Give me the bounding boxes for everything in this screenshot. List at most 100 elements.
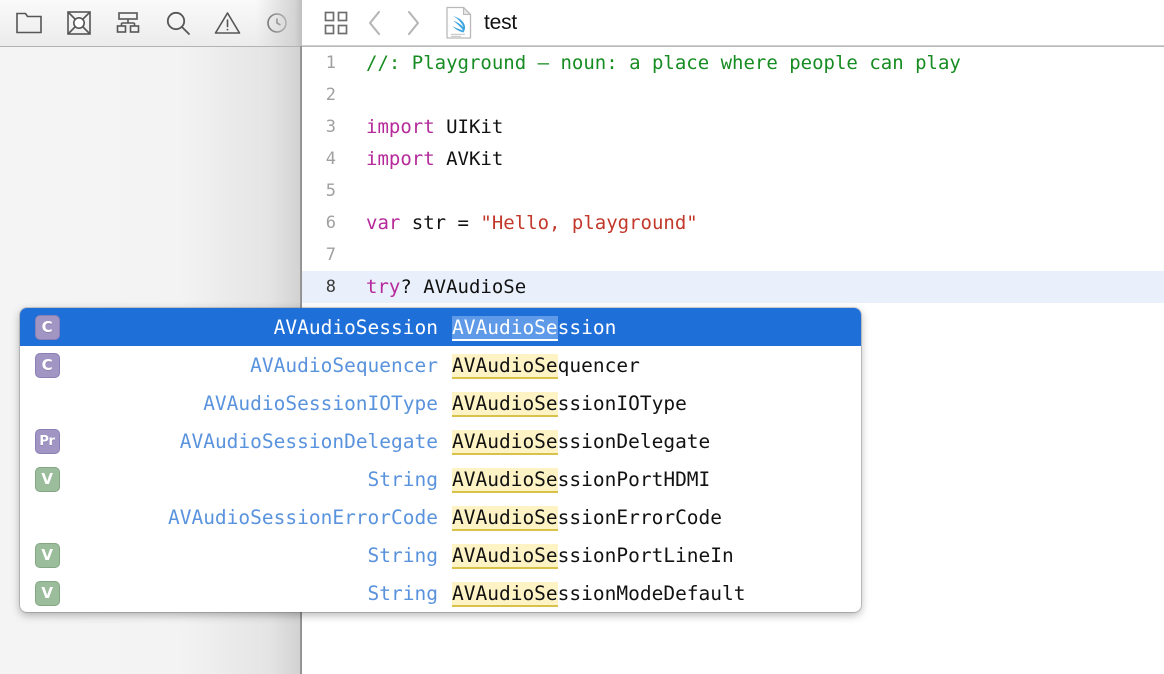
xcode-window: test 1 //: Playground – noun: a place whe… <box>0 0 1164 674</box>
jump-bar-file-name[interactable]: test <box>484 11 517 35</box>
line-number: 7 <box>325 245 336 265</box>
completion-name-rest: quencer <box>557 353 640 377</box>
swift-playground-file-icon <box>444 6 474 40</box>
test-navigator-icon[interactable] <box>252 1 302 45</box>
forward-button[interactable] <box>394 3 432 43</box>
code-text: try? AVAudioSe <box>348 271 526 303</box>
completion-type: AVAudioSessionIOType <box>203 391 438 415</box>
completion-type: AVAudioSequencer <box>250 353 438 377</box>
navigator-selector-bar <box>0 0 302 46</box>
code-text: //: Playground – noun: a place where peo… <box>348 47 961 79</box>
completion-type: AVAudioSessionErrorCode <box>167 505 438 529</box>
completion-type: String <box>367 467 438 491</box>
token-kw: try <box>366 276 401 298</box>
completion-name-rest: ssionPortHDMI <box>557 467 711 491</box>
token-kw: var <box>366 212 401 234</box>
line-number: 3 <box>325 117 336 137</box>
line-number: 1 <box>325 53 336 73</box>
completion-name: AVAudioSessionModeDefault <box>446 581 861 607</box>
completion-kind-icon: V <box>20 542 74 568</box>
code-line[interactable]: 8 try? AVAudioSe <box>302 271 1164 303</box>
completion-kind-icon: C <box>20 352 74 378</box>
project-navigator-icon[interactable] <box>4 1 54 45</box>
back-button[interactable] <box>356 3 394 43</box>
completion-item[interactable]: C AVAudioSession AVAudioSession <box>20 308 861 346</box>
completion-name-rest: ssionPortLineIn <box>557 543 734 567</box>
hierarchy-navigator-icon[interactable] <box>103 1 153 45</box>
code-line[interactable]: 6 var str = "Hello, playground" <box>302 207 1164 239</box>
line-number: 8 <box>325 277 336 297</box>
search-navigator-icon[interactable] <box>153 1 203 45</box>
code-completion-popup[interactable]: C AVAudioSession AVAudioSession C AVAudioSeq… <box>20 308 861 612</box>
kind-badge-c-icon: C <box>34 352 60 378</box>
completion-matched-prefix: AVAudioSe <box>452 315 558 341</box>
code-line[interactable]: 7 <box>302 239 1164 271</box>
completion-name: AVAudioSessionIOType <box>446 391 861 417</box>
line-number: 4 <box>325 149 336 169</box>
completion-item[interactable]: V String AVAudioSessionPortHDMI <box>20 460 861 498</box>
related-items-icon[interactable] <box>316 3 356 43</box>
completion-item[interactable]: AVAudioSessionIOType AVAudioSessionIOType <box>20 384 861 422</box>
line-number: 2 <box>325 85 336 105</box>
completion-kind-icon: Pr <box>20 428 74 454</box>
code-lines: 1 //: Playground – noun: a place where pe… <box>302 47 1164 303</box>
completion-name: AVAudioSessionErrorCode <box>446 505 861 531</box>
line-number: 5 <box>325 181 336 201</box>
jump-bar: test <box>302 0 1164 46</box>
completion-item[interactable]: Pr AVAudioSessionDelegate AVAudioSessionDe… <box>20 422 861 460</box>
completion-kind-icon: V <box>20 580 74 606</box>
token-kw: import <box>366 148 435 170</box>
completion-name-rest: ssionModeDefault <box>557 581 746 605</box>
completion-matched-prefix: AVAudioSe <box>452 505 558 531</box>
completion-name: AVAudioSessionDelegate <box>446 429 861 455</box>
completion-name: AVAudioSessionPortLineIn <box>446 543 861 569</box>
kind-badge-v-icon: V <box>34 542 60 568</box>
code-completion-list: C AVAudioSession AVAudioSession C AVAudioSeq… <box>20 308 861 612</box>
completion-kind-icon: V <box>20 466 74 492</box>
issue-navigator-icon[interactable] <box>203 1 253 45</box>
completion-name: AVAudioSession <box>446 315 861 341</box>
line-number: 6 <box>325 213 336 233</box>
token-plain: str = <box>400 212 481 234</box>
completion-matched-prefix: AVAudioSe <box>452 429 558 455</box>
code-text: import UIKit <box>348 111 503 143</box>
completion-item[interactable]: AVAudioSessionErrorCode AVAudioSessionErr… <box>20 498 861 536</box>
code-line[interactable]: 2 <box>302 79 1164 111</box>
completion-item[interactable]: V String AVAudioSessionPortLineIn <box>20 536 861 574</box>
completion-item[interactable]: V String AVAudioSessionModeDefault <box>20 574 861 612</box>
kind-badge-pr-icon: Pr <box>34 428 60 454</box>
code-line[interactable]: 3 import UIKit <box>302 111 1164 143</box>
completion-name-rest: ssionIOType <box>557 391 687 415</box>
completion-item[interactable]: C AVAudioSequencer AVAudioSequencer <box>20 346 861 384</box>
token-kw: import <box>366 116 435 138</box>
kind-badge-c-icon: C <box>34 314 60 340</box>
kind-badge-v-icon: V <box>34 580 60 606</box>
completion-type: AVAudioSession <box>273 315 438 339</box>
code-line[interactable]: 5 <box>302 175 1164 207</box>
token-str: "Hello, playground" <box>480 212 698 234</box>
token-plain: AVKit <box>434 148 504 170</box>
completion-matched-prefix: AVAudioSe <box>452 543 558 569</box>
kind-badge-v-icon: V <box>34 466 60 492</box>
token-plain: UIKit <box>434 116 504 138</box>
completion-type: String <box>367 581 438 605</box>
completion-name-rest: ssionDelegate <box>557 429 711 453</box>
completion-name-rest: ssionErrorCode <box>557 505 723 529</box>
code-text: var str = "Hello, playground" <box>348 207 698 239</box>
version-editor-icon[interactable] <box>54 1 104 45</box>
completion-matched-prefix: AVAudioSe <box>452 467 558 493</box>
completion-kind-icon: C <box>20 314 74 340</box>
code-line[interactable]: 4 import AVKit <box>302 143 1164 175</box>
completion-name: AVAudioSequencer <box>446 353 861 379</box>
code-line[interactable]: 1 //: Playground – noun: a place where pe… <box>302 47 1164 79</box>
completion-type: AVAudioSessionDelegate <box>179 429 438 453</box>
completion-matched-prefix: AVAudioSe <box>452 581 558 607</box>
completion-type: String <box>367 543 438 567</box>
completion-name: AVAudioSessionPortHDMI <box>446 467 861 493</box>
code-text: import AVKit <box>348 143 503 175</box>
completion-matched-prefix: AVAudioSe <box>452 391 558 417</box>
token-plain: ? AVAudioSe <box>400 276 527 298</box>
toolbar: test <box>0 0 1164 46</box>
completion-name-rest: ssion <box>557 315 617 339</box>
token-comment: //: Playground – noun: a place where peo… <box>366 52 961 74</box>
